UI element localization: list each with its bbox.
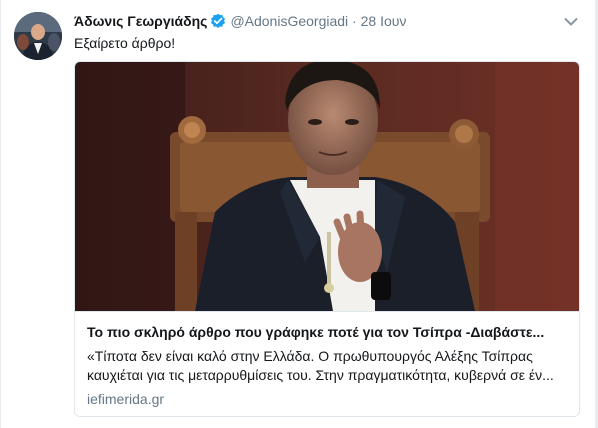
- chevron-down-icon[interactable]: [564, 14, 578, 26]
- link-card[interactable]: Το πιο σκληρό άρθρο που γράφηκε ποτέ για…: [74, 61, 580, 417]
- verified-badge-icon: [210, 13, 226, 33]
- separator-dot: ·: [352, 13, 357, 29]
- avatar-photo: [14, 12, 62, 60]
- card-domain: iefimerida.gr: [87, 391, 165, 407]
- avatar[interactable]: [14, 12, 62, 60]
- card-image[interactable]: [75, 62, 579, 311]
- author-handle[interactable]: @AdonisGeorgiadi: [230, 13, 348, 29]
- tweet-text: Εξαίρετο άρθρο!: [74, 35, 176, 51]
- card-title[interactable]: Το πιο σκληρό άρθρο που γράφηκε ποτέ για…: [87, 323, 567, 341]
- card-description: «Τίποτα δεν είναι καλό στην Ελλάδα. Ο πρ…: [87, 348, 554, 383]
- tweet[interactable]: Άδωνις Γεωργιάδης @AdonisGeorgiadi · 28 Ι…: [0, 0, 596, 428]
- card-body[interactable]: Το πιο σκληρό άρθρο που γράφηκε ποτέ για…: [75, 311, 579, 416]
- tweet-date[interactable]: 28 Ιουν: [361, 13, 407, 29]
- tweet-header: Άδωνις Γεωργιάδης @AdonisGeorgiadi · 28 Ι…: [74, 12, 406, 33]
- author-name[interactable]: Άδωνις Γεωργιάδης: [74, 13, 207, 29]
